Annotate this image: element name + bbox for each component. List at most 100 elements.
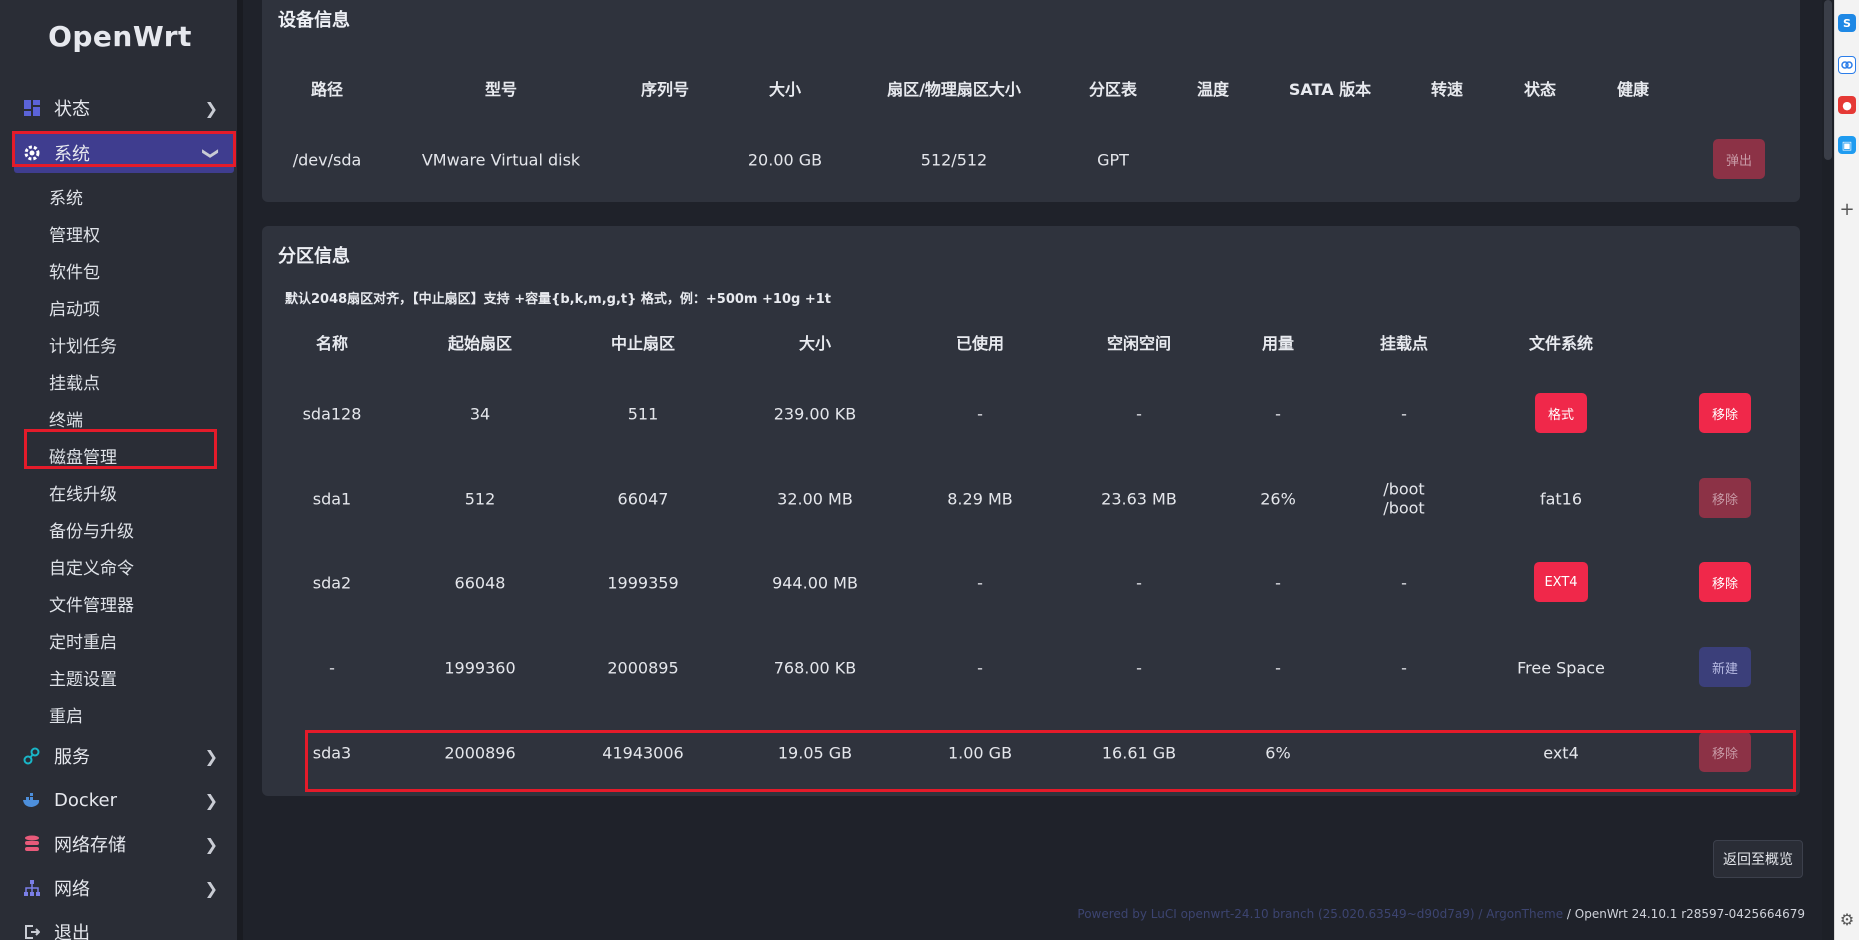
nav-status[interactable]: 状态 ❯ (14, 88, 234, 128)
back-to-overview-button[interactable]: 返回至概览 (1713, 840, 1803, 878)
cell-end: 1999359 (607, 573, 679, 593)
nav-docker[interactable]: Docker ❯ (14, 780, 234, 820)
eject-button[interactable]: 弹出 (1713, 139, 1765, 179)
format-button[interactable]: 格式 (1535, 393, 1587, 433)
cell-name: sda2 (312, 573, 352, 593)
nav-network[interactable]: 网络 ❯ (14, 868, 234, 908)
settings-gear-icon[interactable]: ⚙ (1838, 910, 1856, 929)
ext4-format-button[interactable]: EXT4 (1534, 562, 1588, 602)
cell-usage: 26% (1260, 489, 1296, 509)
sub-item-startup[interactable]: 启动项 (49, 292, 229, 322)
logout-icon (22, 922, 42, 940)
cell-free: 23.63 MB (1101, 489, 1177, 509)
sub-item-software[interactable]: 软件包 (49, 255, 229, 285)
cell-size: 768.00 KB (773, 658, 857, 678)
sub-item-crontab[interactable]: 计划任务 (49, 329, 229, 359)
nav-system[interactable]: 系统 ❯ (14, 133, 234, 173)
nav-nas[interactable]: 网络存储 ❯ (14, 824, 234, 864)
footer: Powered by LuCI openwrt-24.10 branch (25… (1077, 907, 1805, 921)
bilibili-app-icon[interactable]: ▣ (1838, 136, 1856, 154)
gear-icon (22, 143, 42, 163)
remove-button[interactable]: 移除 (1699, 478, 1751, 518)
cell-end: 511 (627, 404, 659, 424)
sub-item-online-upgrade[interactable]: 在线升级 (49, 477, 229, 507)
device-path: /dev/sda (292, 150, 362, 170)
sub-item-scheduled-reboot[interactable]: 定时重启 (49, 625, 229, 655)
search-app-icon[interactable]: S (1838, 14, 1856, 32)
sub-item-reboot[interactable]: 重启 (49, 699, 229, 729)
cell-free: - (1136, 573, 1142, 593)
cell-start: 66048 (454, 573, 506, 593)
link-app-icon[interactable] (1838, 56, 1856, 74)
sub-item-mounts[interactable]: 挂载点 (49, 366, 229, 396)
header-sata: SATA 版本 (1288, 80, 1372, 99)
header-path: 路径 (310, 80, 344, 99)
nav-services[interactable]: 服务 ❯ (14, 736, 234, 776)
cell-size: 32.00 MB (777, 489, 853, 509)
cell-used: 1.00 GB (947, 743, 1013, 763)
remove-button[interactable]: 移除 (1699, 393, 1751, 433)
sub-item-backup-upgrade[interactable]: 备份与升级 (49, 514, 229, 544)
cell-used: 8.29 MB (947, 489, 1013, 509)
header-status: 状态 (1523, 80, 1557, 99)
sub-item-system[interactable]: 系统 (49, 181, 229, 211)
header-sector: 扇区/物理扇区大小 (887, 80, 1021, 99)
nav-system-label: 系统 (54, 144, 90, 165)
header-end-sector: 中止扇区 (610, 334, 676, 353)
nav-logout[interactable]: 退出 (14, 912, 234, 940)
sub-item-custom-commands[interactable]: 自定义命令 (49, 551, 229, 581)
services-icon (22, 746, 42, 766)
sub-item-file-manager[interactable]: 文件管理器 (49, 588, 229, 618)
cell-start: 34 (469, 404, 491, 424)
chevron-right-icon: ❯ (204, 790, 218, 810)
partition-info-title: 分区信息 (278, 246, 350, 267)
add-icon[interactable]: + (1838, 199, 1856, 220)
cell-start: 2000896 (444, 743, 516, 763)
scrollbar-thumb[interactable] (1824, 0, 1832, 160)
cell-mount: - (1401, 573, 1407, 593)
dashboard-icon (22, 98, 42, 118)
cell-filesystem: fat16 (1539, 489, 1583, 509)
header-start-sector: 起始扇区 (447, 334, 513, 353)
cell-end: 66047 (617, 489, 669, 509)
cell-used: - (977, 404, 983, 424)
header-used: 已使用 (955, 334, 1005, 353)
logo: OpenWrt (48, 20, 192, 53)
remove-button[interactable]: 移除 (1699, 562, 1751, 602)
cell-usage: 6% (1265, 743, 1291, 763)
cell-name: sda3 (312, 743, 352, 763)
cell-mount: /boot (1383, 479, 1425, 499)
sub-item-disk-management[interactable]: 磁盘管理 (49, 440, 229, 470)
device-model: VMware Virtual disk (421, 150, 581, 170)
header-free: 空闲空间 (1106, 334, 1172, 353)
cell-size: 239.00 KB (773, 404, 857, 424)
cell-name: sda1 (312, 489, 352, 509)
sub-item-theme-settings[interactable]: 主题设置 (49, 662, 229, 692)
sidebar: OpenWrt 状态 ❯ 系统 ❯ 系统 管理权 软件包 启动项 计划任务 挂载… (0, 0, 243, 940)
nav-nas-label: 网络存储 (54, 835, 126, 856)
cell-free: - (1136, 404, 1142, 424)
sub-item-admin[interactable]: 管理权 (49, 218, 229, 248)
cell-size: 19.05 GB (777, 743, 853, 763)
new-partition-button[interactable]: 新建 (1699, 647, 1751, 687)
sub-item-terminal[interactable]: 终端 (49, 403, 229, 433)
cell-end: 2000895 (607, 658, 679, 678)
cell-size: 944.00 MB (772, 573, 858, 593)
cell-used: - (977, 658, 983, 678)
header-partition-table: 分区表 (1088, 80, 1138, 99)
network-icon (22, 878, 42, 898)
cell-usage: - (1275, 658, 1281, 678)
chevron-right-icon: ❯ (204, 834, 218, 854)
cell-usage: - (1275, 404, 1281, 424)
cell-used: - (977, 573, 983, 593)
device-partition-table: GPT (1097, 150, 1129, 170)
nav-services-label: 服务 (54, 747, 90, 768)
nav-docker-label: Docker (54, 789, 118, 811)
cell-end: 41943006 (602, 743, 684, 763)
chevron-right-icon: ❯ (204, 746, 218, 766)
cell-name: sda128 (302, 404, 362, 424)
weibo-app-icon[interactable]: ● (1838, 96, 1856, 114)
cell-free: 16.61 GB (1101, 743, 1177, 763)
remove-button[interactable]: 移除 (1699, 732, 1751, 772)
cell-filesystem: Free Space (1517, 658, 1605, 678)
